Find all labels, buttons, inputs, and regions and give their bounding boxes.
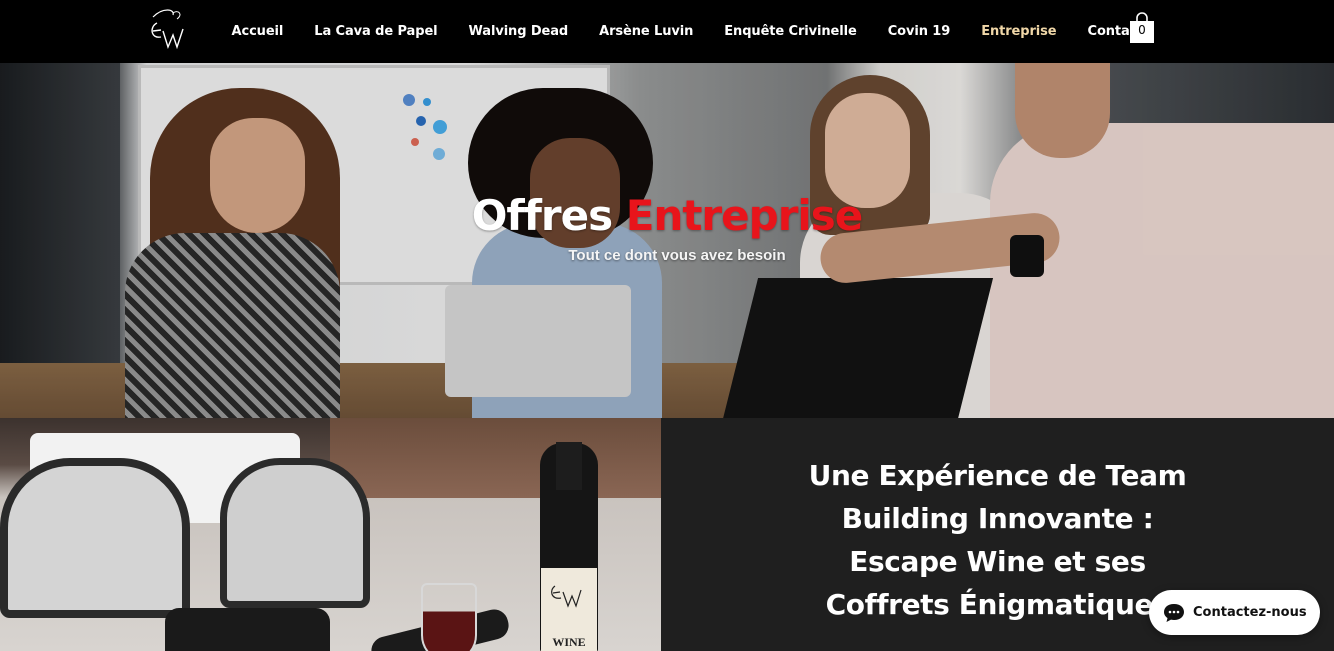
chat-bubble-icon <box>1164 603 1184 622</box>
bottle-label: WINE <box>541 568 597 651</box>
panel-heading-line: Escape Wine et ses <box>849 545 1146 578</box>
wine-table-image: WINE <box>0 418 661 651</box>
nav-arsene-luvin[interactable]: Arsène Luvin <box>584 24 709 39</box>
cart-button[interactable]: 0 <box>1128 11 1156 45</box>
nav-entreprise[interactable]: Entreprise <box>966 24 1072 39</box>
nav-covin-19[interactable]: Covin 19 <box>872 24 965 39</box>
nav-accueil[interactable]: Accueil <box>216 24 299 39</box>
nav-walving-dead[interactable]: Walving Dead <box>453 24 584 39</box>
nav-enquete-crivinelle[interactable]: Enquête Crivinelle <box>709 24 872 39</box>
hero-subtitle: Tout ce dont vous avez besoin <box>568 247 786 264</box>
hero-title-white: Offres <box>471 191 613 240</box>
hero-banner: Offres Entreprise Tout ce dont vous avez… <box>0 63 1334 418</box>
contact-chat-button[interactable]: Contactez-nous <box>1149 590 1320 635</box>
site-header: Accueil La Cava de Papel Walving Dead Ar… <box>0 0 1334 63</box>
wine-glass <box>421 583 477 651</box>
logo-icon[interactable] <box>143 5 189 55</box>
panel-heading-line: Une Expérience de Team <box>808 459 1187 492</box>
panel-heading-line: Building Innovante : <box>841 502 1154 535</box>
hero-title: Offres Entreprise <box>0 191 1334 240</box>
hero-title-red: Entreprise <box>625 191 864 240</box>
panel-heading-line: Coffrets Énigmatiques <box>825 588 1170 621</box>
cart-count: 0 <box>1138 23 1146 37</box>
chat-label: Contactez-nous <box>1193 605 1307 620</box>
main-nav: Accueil La Cava de Papel Walving Dead Ar… <box>216 0 1159 63</box>
svg-text:WINE: WINE <box>552 635 585 649</box>
nav-la-cava-de-papel[interactable]: La Cava de Papel <box>299 24 453 39</box>
